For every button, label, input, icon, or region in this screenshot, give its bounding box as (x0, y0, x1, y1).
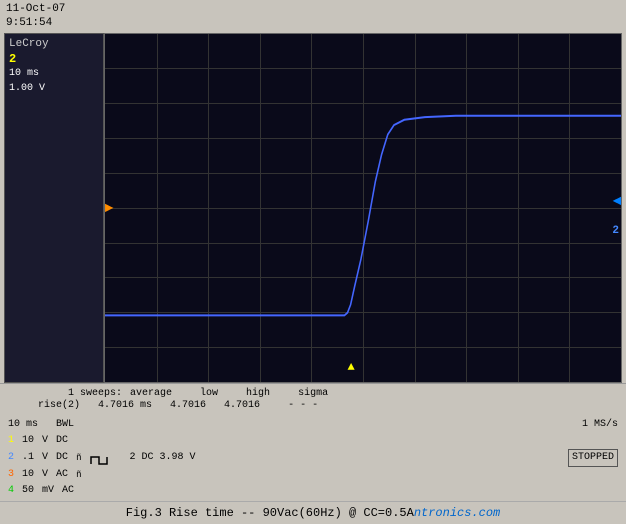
left-info-panel: LeCroy 2 10 ms 1.00 V (4, 33, 104, 383)
scope-screen-area: LeCroy 2 10 ms 1.00 V (0, 33, 626, 383)
stopped-box: STOPPED (568, 449, 618, 467)
right-status: 1 MS/s (582, 417, 618, 433)
ch3-coupling-icon: ñ (76, 468, 81, 482)
bwl-label: BWL (56, 417, 74, 433)
avg-value: 4.7016 ms (98, 400, 152, 411)
high-label: high (246, 388, 270, 399)
timebase-info: 10 ms 1.00 V (9, 66, 99, 96)
ch2-num: 2 (8, 450, 14, 466)
ch1-unit: V (42, 433, 48, 449)
volts-div-value: 1.00 V (9, 81, 99, 96)
controls-line1: 10 ms BWL 1 MS/s (8, 417, 618, 433)
ch1-volts: 10 (22, 433, 34, 449)
sigma-label: sigma (298, 388, 328, 399)
sigma-value: - - - (288, 400, 318, 411)
avg-label: average (130, 388, 172, 399)
watermark-text: ntronics.com (414, 506, 500, 520)
figure-caption: Fig.3 Rise time -- 90Vac(60Hz) @ CC=0.5A… (0, 501, 626, 524)
trigger-marker: ▲ (348, 360, 355, 374)
measurements-bar: 1 sweeps: average low high sigma rise(2)… (0, 383, 626, 415)
timebase-label: 10 ms (8, 417, 38, 433)
left-marker: ▶ (105, 199, 113, 216)
waveform-svg (105, 34, 621, 382)
scope-screen: ▶ ◀ 2 ▲ (104, 33, 622, 383)
ch2-dc-info: 2 DC 3.98 V (129, 450, 195, 466)
stopped-label: STOPPED (572, 452, 614, 463)
ch4-num: 4 (8, 483, 14, 499)
ch4-volts: 50 (22, 483, 34, 499)
ch2-unit: V (42, 450, 48, 466)
ch2-coupling: DC (56, 450, 68, 466)
controls-line5: 4 50 mV AC (8, 483, 618, 499)
ch2-coupling-icon: ñ (76, 451, 81, 465)
top-bar: 11-Oct-07 9:51:54 (0, 0, 626, 33)
ch3-volts: 10 (22, 467, 34, 483)
channel-label: 2 (9, 52, 99, 66)
ch4-unit: mV (42, 483, 54, 499)
high-value: 4.7016 (224, 400, 260, 411)
low-value: 4.7016 (170, 400, 206, 411)
ch2-screen-label: 2 (612, 225, 619, 237)
ch1-num: 1 (8, 433, 14, 449)
ch2-volts: .1 (22, 450, 34, 466)
low-label: low (200, 388, 218, 399)
brand-label: LeCroy (9, 38, 99, 50)
ch3-num: 3 (8, 467, 14, 483)
ch1-coupling: DC (56, 433, 68, 449)
ch3-coupling: AC (56, 467, 68, 483)
bottom-controls: 10 ms BWL 1 MS/s 1 10 V DC 2 .1 V DC ñ 2… (0, 415, 626, 501)
ch4-coupling: AC (62, 483, 74, 499)
date-text: 11-Oct-07 (6, 2, 65, 16)
oscilloscope-display: 11-Oct-07 9:51:54 LeCroy 2 10 ms 1.00 V (0, 0, 626, 524)
ch3-unit: V (42, 467, 48, 483)
datetime-display: 11-Oct-07 9:51:54 (6, 2, 65, 31)
right-marker: ◀ (613, 192, 621, 209)
sample-rate: 1 MS/s (582, 419, 618, 430)
caption-text: Fig.3 Rise time -- 90Vac(60Hz) @ CC=0.5A (126, 506, 414, 520)
meas-param: rise(2) (38, 400, 80, 411)
sweeps-text: 1 sweeps: (68, 388, 122, 399)
time-text: 9:51:54 (6, 16, 65, 30)
controls-line2: 1 10 V DC (8, 433, 618, 449)
meas-row-values: rise(2) 4.7016 ms 4.7016 4.7016 - - - (8, 400, 618, 411)
meas-row-header: 1 sweeps: average low high sigma (8, 388, 618, 399)
timebase-value: 10 ms (9, 66, 99, 81)
square-wave-icon (89, 454, 111, 466)
controls-line4: 3 10 V AC ñ (8, 467, 618, 483)
controls-line3: 2 .1 V DC ñ 2 DC 3.98 V STOPPED (8, 449, 618, 467)
